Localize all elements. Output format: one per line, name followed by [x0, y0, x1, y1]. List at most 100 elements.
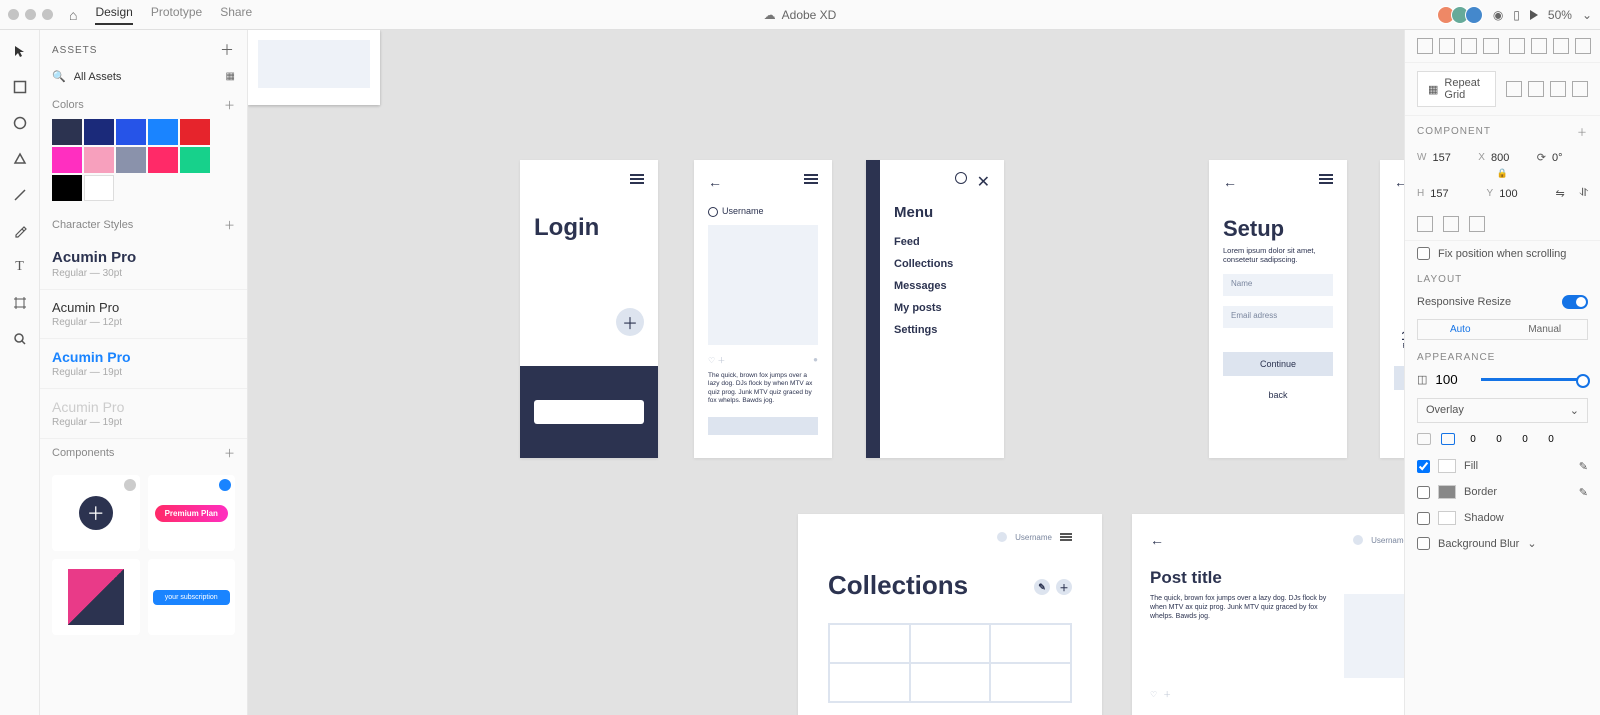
zoom-tool[interactable] — [11, 330, 29, 348]
artboard-setup[interactable]: ← Setup Lorem ipsum dolor sit amet, cons… — [1209, 160, 1347, 458]
add-color-icon[interactable]: ＋ — [224, 97, 235, 113]
flip-v-icon[interactable]: ⥯ — [1580, 187, 1588, 200]
tab-prototype[interactable]: Prototype — [151, 5, 202, 25]
scroll-both-icon[interactable] — [1469, 216, 1485, 232]
add-asset-icon[interactable]: ＋ — [220, 40, 235, 60]
chevron-down-icon[interactable]: ⌄ — [1527, 537, 1536, 550]
fill-swatch[interactable] — [1438, 459, 1456, 473]
color-swatch[interactable] — [52, 175, 82, 201]
distribute-v-icon[interactable] — [1483, 38, 1499, 54]
opacity-input[interactable] — [1435, 373, 1461, 386]
repeat-grid-button[interactable]: ▦ Repeat Grid — [1417, 71, 1496, 107]
artboard-fragment-3[interactable] — [248, 30, 380, 105]
flip-h-icon[interactable]: ⇋ — [1556, 187, 1565, 200]
color-swatch[interactable] — [180, 119, 210, 145]
user-icon[interactable]: ◉ — [1493, 8, 1503, 22]
corner-2-input[interactable] — [1491, 434, 1507, 445]
add-component-icon[interactable]: ＋ — [224, 445, 235, 461]
lock-icon[interactable]: 🔒 — [1405, 168, 1600, 179]
distribute-h-icon[interactable] — [1575, 38, 1591, 54]
height-input[interactable] — [1430, 188, 1466, 200]
align-top-icon[interactable] — [1417, 38, 1433, 54]
home-icon[interactable]: ⌂ — [69, 7, 77, 23]
character-style-item[interactable]: Acumin ProRegular — 19pt — [40, 389, 247, 439]
align-right-icon[interactable] — [1553, 38, 1569, 54]
rotation-input[interactable] — [1552, 152, 1588, 164]
artboard-collections[interactable]: Username Collections ✎＋ — [798, 514, 1102, 715]
color-swatch[interactable] — [180, 147, 210, 173]
eyedropper-icon[interactable]: ✎ — [1579, 460, 1588, 473]
corner-1-input[interactable] — [1465, 434, 1481, 445]
artboard-post[interactable]: ← Username Post title The quick, brown f… — [1132, 514, 1404, 715]
blend-mode-select[interactable]: Overlay⌄ — [1417, 398, 1588, 423]
add-charstyle-icon[interactable]: ＋ — [224, 217, 235, 233]
play-icon[interactable] — [1530, 10, 1538, 20]
color-swatch[interactable] — [116, 147, 146, 173]
character-style-item[interactable]: Acumin ProRegular — 30pt — [40, 239, 247, 290]
line-tool[interactable] — [11, 186, 29, 204]
responsive-toggle[interactable] — [1562, 295, 1588, 309]
resize-segment[interactable]: Auto Manual — [1417, 319, 1588, 340]
tab-design[interactable]: Design — [95, 5, 132, 25]
color-swatch[interactable] — [148, 119, 178, 145]
collaborator-avatars[interactable] — [1441, 6, 1483, 24]
color-swatch[interactable] — [52, 147, 82, 173]
color-swatch[interactable] — [84, 119, 114, 145]
border-checkbox[interactable] — [1417, 486, 1430, 499]
device-preview-icon[interactable]: ▯ — [1513, 8, 1520, 22]
artboard-menu[interactable]: ✕ Menu FeedCollectionsMessagesMy postsSe… — [866, 160, 1004, 458]
align-vcenter-icon[interactable] — [1439, 38, 1455, 54]
rectangle-tool[interactable] — [11, 78, 29, 96]
character-style-item[interactable]: Acumin ProRegular — 12pt — [40, 290, 247, 339]
x-input[interactable] — [1491, 152, 1527, 164]
pen-tool[interactable] — [11, 222, 29, 240]
color-swatch[interactable] — [84, 147, 114, 173]
component-premium[interactable]: Premium Plan — [148, 475, 236, 551]
asset-search-input[interactable] — [74, 71, 218, 83]
ellipse-tool[interactable] — [11, 114, 29, 132]
color-swatch[interactable] — [84, 175, 114, 201]
shadow-checkbox[interactable] — [1417, 512, 1430, 525]
canvas[interactable]: Username Login ＋ ← Username ♡ ＋● The qui… — [248, 30, 1404, 715]
corner-each-icon[interactable] — [1441, 433, 1455, 445]
artboard-login[interactable]: Login ＋ — [520, 160, 658, 458]
border-swatch[interactable] — [1438, 485, 1456, 499]
component-subscription[interactable]: your subscription — [148, 559, 236, 635]
component-plus[interactable]: ＋ — [52, 475, 140, 551]
boolean-sub-icon[interactable] — [1528, 81, 1544, 97]
add-component-prop-icon[interactable]: ＋ — [1577, 124, 1588, 139]
opacity-slider[interactable] — [1481, 378, 1588, 381]
zoom-level[interactable]: 50% — [1548, 8, 1572, 22]
color-swatch[interactable] — [116, 119, 146, 145]
eyedropper-icon[interactable]: ✎ — [1579, 486, 1588, 499]
fix-position-checkbox[interactable] — [1417, 247, 1430, 260]
scroll-vert-icon[interactable] — [1417, 216, 1433, 232]
align-left-icon[interactable] — [1509, 38, 1525, 54]
artboard-post-preview[interactable]: ← Username ♡ ＋● The quick, brown fox jum… — [694, 160, 832, 458]
align-bottom-icon[interactable] — [1461, 38, 1477, 54]
character-style-item[interactable]: Acumin ProRegular — 19pt — [40, 339, 247, 389]
boolean-int-icon[interactable] — [1550, 81, 1566, 97]
shadow-swatch[interactable] — [1438, 511, 1456, 525]
fill-checkbox[interactable] — [1417, 460, 1430, 473]
polygon-tool[interactable] — [11, 150, 29, 168]
corner-all-icon[interactable] — [1417, 433, 1431, 445]
component-artwork[interactable] — [52, 559, 140, 635]
width-input[interactable] — [1432, 152, 1468, 164]
boolean-exc-icon[interactable] — [1572, 81, 1588, 97]
artboard-profile[interactable]: ← User Name 100Posts100Follower100Likes … — [1380, 160, 1404, 458]
color-swatch[interactable] — [148, 147, 178, 173]
y-input[interactable] — [1499, 188, 1535, 200]
window-controls[interactable] — [8, 9, 53, 20]
text-tool[interactable]: T — [11, 258, 29, 276]
bgblur-checkbox[interactable] — [1417, 537, 1430, 550]
scroll-horiz-icon[interactable] — [1443, 216, 1459, 232]
corner-4-input[interactable] — [1543, 434, 1559, 445]
color-swatch[interactable] — [52, 119, 82, 145]
tab-share[interactable]: Share — [220, 5, 252, 25]
grid-view-icon[interactable]: ▦ — [226, 71, 235, 82]
corner-3-input[interactable] — [1517, 434, 1533, 445]
artboard-tool[interactable] — [11, 294, 29, 312]
align-hcenter-icon[interactable] — [1531, 38, 1547, 54]
boolean-add-icon[interactable] — [1506, 81, 1522, 97]
